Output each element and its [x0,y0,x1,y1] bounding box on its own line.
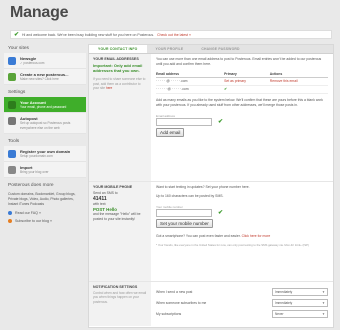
table-row: · · · · · @ · · · · ·.com Set as primary… [156,77,328,86]
tab-profile[interactable]: YOUR PROFILE [147,45,193,53]
import-icon [8,165,16,174]
sidebar-item-import[interactable]: Import Bring your blog over [4,161,86,179]
sidebar-item-sub: Your email, phone and password [20,105,67,110]
smartphone-link[interactable]: Click here for more [242,234,271,238]
autopost-icon [8,117,16,126]
contributor-note: If you need to share someone else to pos… [93,77,147,90]
sidebar-item-account[interactable]: Your Account Your email, phone and passw… [4,97,86,114]
sidebar-item-site[interactable]: Newsgle ✓ posterous.com [4,53,86,70]
mobile-number-field[interactable] [156,208,212,217]
email-field[interactable] [156,117,212,126]
tools-heading: Tools [8,138,20,144]
chevron-down-icon: ▼ [322,312,325,316]
sidebar: Your sites Newsgle ✓ posterous.com Creat… [4,44,86,328]
add-email-note: Add as many emails as you like to the sy… [156,97,323,107]
tab-bar: YOUR CONTACT INFO YOUR PROFILE CHANGE PA… [89,45,333,54]
fine-print: * Your friends, like everyone in the Uni… [156,242,309,247]
check-icon: ✔ [218,209,224,216]
remove-email-link[interactable]: Remove this email [269,77,328,86]
table-row: · · · · · ·@ · · · · ·.com ✔ [156,85,328,94]
check-icon: ✔ [14,31,20,38]
tab-contact-info[interactable]: YOUR CONTACT INFO [89,45,147,53]
email-cell: · · · · · ·@ · · · · ·.com [156,85,225,94]
notification-select[interactable]: Immediately ▼ [272,288,328,296]
sidebar-item-create-site[interactable]: Create a new posterous... Make new sites… [4,69,86,86]
add-email-button[interactable]: Add email [156,127,185,137]
globe-icon [8,149,16,158]
sidebar-item-sub: Make new sites? Click here [20,77,59,82]
action-cell [269,85,328,94]
plus-icon [8,73,16,82]
sidebar-item-autopost[interactable]: Autopost Set up autopost so Posterous po… [4,113,86,134]
site-icon [8,57,16,65]
smartphone-note: Got a smartphone? You can post even fast… [156,234,328,239]
set-mobile-button[interactable]: Set your mobile number [156,218,213,228]
notification-row: When someone subscribes to me Immediatel… [156,299,328,307]
subscribe-link[interactable]: Subscribe to our blog » [4,217,86,225]
notification-label: My subscriptions [156,311,182,316]
mobile-section-label: YOUR MOBILE PHONE [93,185,133,189]
features-text: Custom domains, Bookmarklet, Group blogs… [8,192,76,206]
chevron-down-icon: ▼ [322,290,325,294]
contributor-note-text: If you need to share someone else to pos… [93,77,146,91]
notification-select[interactable]: Never ▼ [272,310,328,318]
contributor-link[interactable]: here [106,86,112,90]
email-cell: · · · · · @ · · · · ·.com [156,77,225,86]
email-section: YOUR EMAIL ADDRESSES Important: Only add… [89,54,333,182]
mobile-section: YOUR MOBILE PHONE Send an SMS to 41411 w… [89,182,333,282]
set-primary-link[interactable]: Set as primary [224,77,270,86]
sidebar-item-sub: Bring your blog over [20,169,49,174]
sms-limit-note: Up to 160 characters can be posted by SM… [156,193,224,198]
settings-heading: Settings [8,90,26,96]
notice-link[interactable]: Check out the latest » [157,33,191,37]
sidebar-item-sub: ✓ posterous.com [20,61,45,65]
select-value: Immediately [275,301,293,305]
main-panel: YOUR CONTACT INFO YOUR PROFILE CHANGE PA… [88,44,334,328]
notification-section: NOTIFICATION SETTINGS Control when and h… [89,282,333,326]
notification-row: My subscriptions Never ▼ [156,310,328,318]
chevron-down-icon: ▼ [322,301,325,305]
notification-row: When I send a new post Immediately ▼ [156,288,328,296]
user-icon [8,101,16,110]
sites-heading: Your sites [8,46,29,51]
notification-label: When I send a new post [156,289,193,294]
notification-note: Control when and how often we email you … [93,291,147,304]
page-header: Manage [0,0,340,30]
primary-check-icon: ✔ [224,85,270,94]
email-intro: You can use more than one email address … [156,57,322,66]
notification-section-label: NOTIFICATION SETTINGS [93,285,138,289]
mobile-intro: Want to start texting in updates? Set yo… [156,185,250,189]
sidebar-item-sub: Setup yourdomain.com [20,153,53,158]
email-section-label: YOUR EMAIL ADDRESSES [93,57,139,61]
sms-result: and the message "Hello" will be posted t… [93,211,141,221]
faq-icon [8,210,12,215]
notice-text: Hi and welcome back. We've been busy bui… [22,32,155,37]
smartphone-note-text: Got a smartphone? You can post even fast… [156,233,241,238]
welcome-notice: ✔ Hi and welcome back. We've been busy b… [10,30,332,39]
notification-select[interactable]: Immediately ▼ [272,299,328,307]
subscribe-link-label: Subscribe to our blog » [15,218,52,223]
sidebar-item-domain[interactable]: Register your own domain Setup yourdomai… [4,145,86,162]
select-value: Never [275,312,284,316]
select-value: Immediately [275,290,293,294]
sidebar-item-sub: Set up autopost so Posterous posts every… [20,121,71,130]
more-heading: Posterous does more [8,183,54,189]
rss-icon [8,218,12,223]
faq-link[interactable]: Read our FAQ » [4,209,86,217]
notification-label: When someone subscribes to me [156,300,207,305]
email-warning: Important: Only add email addresses that… [93,63,143,74]
page-title: Manage [10,4,69,21]
check-icon: ✔ [218,118,224,125]
faq-link-label: Read our FAQ » [15,210,41,215]
email-table: Email address Primary Actions · · · · · … [156,70,328,94]
tab-change-password[interactable]: CHANGE PASSWORD [192,45,248,53]
